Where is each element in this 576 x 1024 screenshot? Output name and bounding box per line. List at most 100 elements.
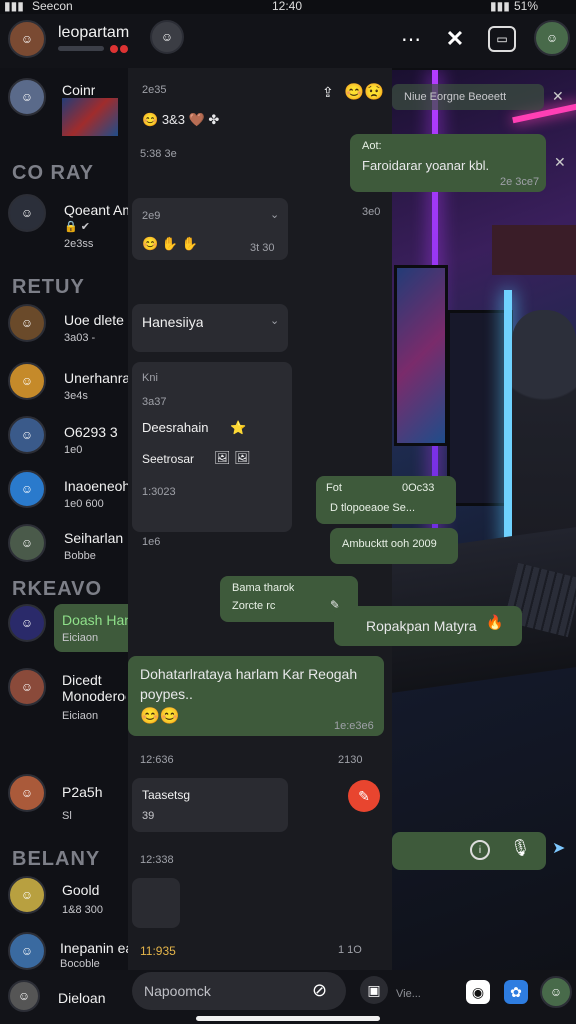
reaction-count: 3&3 — [161, 112, 185, 127]
emoji-row: 😊😊 — [140, 708, 180, 725]
emoji-icon[interactable]: 😊 — [344, 82, 364, 102]
wall-shelf — [492, 225, 576, 275]
message-label: Fot — [326, 482, 342, 494]
profile-avatar[interactable]: ☺ — [540, 976, 572, 1008]
contact-name[interactable]: Unerhanran — [64, 370, 138, 386]
input-placeholder: Napoomck — [144, 983, 211, 999]
chevron-down-icon[interactable]: ⌄ — [270, 208, 279, 221]
close-icon[interactable]: ✕ — [554, 154, 566, 171]
contact-preview: 3e4s — [64, 390, 88, 402]
contact-name[interactable]: Uoe dlete fi — [64, 312, 135, 328]
message-title: Bama tharok — [232, 582, 295, 594]
contact-name[interactable]: O6293 3 — [64, 424, 118, 440]
contact-avatar[interactable]: ☺ — [8, 604, 46, 642]
section-header: CO RAY — [12, 162, 94, 184]
notification-text: Niue Eorgne Beoeett — [404, 91, 507, 103]
contact-name[interactable]: Doash Han — [62, 612, 132, 628]
timestamp: 1e:e3e6 — [334, 720, 374, 732]
star-icon: ⭐ — [230, 420, 247, 435]
section-header: RETUY — [12, 276, 85, 298]
contact-avatar[interactable]: ☺ — [8, 774, 46, 812]
contact-preview: 1&8 300 — [62, 904, 103, 916]
timestamp: 5:38 3e — [140, 148, 177, 160]
contact-name[interactable]: Inaoeneoht — [64, 478, 134, 494]
battery-label: 51% — [514, 0, 539, 13]
clock: 12:40 — [272, 0, 303, 13]
contact-avatar[interactable]: ☺ — [8, 78, 46, 116]
section-header: RKEAVO — [12, 578, 103, 600]
contact-avatar[interactable]: ☺ — [8, 980, 40, 1012]
contact-preview: Bobbe — [64, 550, 96, 562]
contact-avatar[interactable]: ☺ — [8, 362, 46, 400]
contact-name[interactable]: Qoeant Am — [64, 202, 134, 218]
contact-name[interactable]: Seiharlan — [64, 530, 123, 546]
contact-avatar[interactable]: ☺ — [8, 524, 46, 562]
camera-icon[interactable]: ◉ — [466, 980, 490, 1004]
close-icon[interactable]: ✕ — [552, 88, 564, 105]
timestamp: 2e9 — [142, 210, 161, 222]
emoji-icon[interactable]: 😟 — [364, 82, 384, 102]
monitor-screen — [394, 265, 448, 446]
message-bubble[interactable] — [132, 878, 180, 928]
contact-avatar[interactable]: ☺ — [8, 194, 46, 232]
timestamp: 12:338 — [140, 854, 174, 866]
chat-avatar[interactable]: ☺ — [150, 20, 184, 54]
signal-icon: ▮▮▮ — [4, 0, 24, 13]
more-icon[interactable]: ⋯ — [398, 26, 424, 52]
message-bubble[interactable] — [132, 778, 288, 832]
message-text: Faroidarar yoanar kbl. — [362, 158, 490, 173]
contact-name[interactable]: P2a5h — [62, 784, 102, 800]
share-icon[interactable]: ⇪ — [322, 84, 334, 101]
message-label: Kni — [142, 372, 158, 384]
message-text: Ambucktt ooh 2009 — [342, 538, 437, 550]
progress-bar — [58, 46, 104, 51]
contact-name[interactable]: Dieloan — [58, 990, 105, 1006]
send-icon[interactable]: ➤ — [552, 838, 565, 858]
contact-name[interactable]: Dicedt Monoderoe — [62, 672, 126, 704]
chevron-down-icon[interactable]: ⌄ — [270, 314, 279, 327]
info-icon[interactable]: i — [470, 840, 490, 860]
contact-avatar[interactable]: ☺ — [8, 668, 46, 706]
contact-preview: Eiciaon — [62, 710, 99, 722]
emoji-row: 🔒 ✔ — [64, 221, 90, 233]
message-title: Hanesiiya — [142, 314, 204, 330]
sticker-icon[interactable]: ▣ — [360, 976, 388, 1004]
message-text: Zorcte rc — [232, 600, 276, 612]
contact-avatar[interactable]: ☺ — [8, 416, 46, 454]
edit-fab[interactable]: ✎ — [348, 780, 380, 812]
contact-name[interactable]: Goold — [62, 882, 99, 898]
timestamp: 1e6 — [142, 536, 161, 548]
contact-name[interactable]: Inepanin ea — [60, 940, 133, 956]
contact-preview: 1e0 600 — [64, 498, 104, 510]
attach-icon[interactable]: ⊘ — [312, 980, 327, 1001]
section-header: BELANY — [12, 848, 101, 870]
contact-name[interactable]: Coinr — [62, 82, 95, 98]
contact-preview: 3a03 - — [64, 332, 96, 344]
contact-preview: Eiciaon — [62, 632, 99, 644]
mic-icon[interactable]: 🎙 — [510, 838, 530, 858]
signal-bars-icon: ▮▮▮ — [490, 0, 510, 13]
message-line: Deesrahain — [142, 420, 209, 435]
gallery-icon[interactable]: ✿ — [504, 980, 528, 1004]
image-icon: 🖼 🖼 — [214, 450, 251, 465]
user-avatar[interactable]: ☺ — [8, 20, 46, 58]
message-line: Seetrosar — [142, 452, 195, 466]
contact-avatar[interactable]: ☺ — [8, 304, 46, 342]
contact-avatar[interactable]: ☺ — [8, 876, 46, 914]
contact-avatar[interactable]: ☺ — [8, 932, 46, 970]
message-bubble[interactable] — [132, 362, 292, 532]
fire-icon: 🔥 — [486, 614, 504, 630]
timestamp: 2e 3ce7 — [500, 176, 540, 188]
contact-avatar[interactable]: ☺ — [8, 470, 46, 508]
message-label: 0Oc33 — [402, 482, 435, 494]
home-indicator[interactable] — [196, 1016, 380, 1021]
status-dot — [120, 45, 128, 53]
window-icon[interactable]: ▭ — [488, 26, 516, 52]
neon-light-blue — [504, 290, 512, 550]
close-x-icon[interactable]: ✕ — [442, 26, 468, 52]
status-bar: ▮▮▮ Seecon 12:40 ▮▮▮ 51% — [0, 0, 576, 14]
profile-avatar[interactable]: ☺ — [534, 20, 570, 56]
header-title: leopartam — [58, 24, 130, 41]
status-dot — [110, 45, 118, 53]
carrier-label: Seecon — [32, 0, 73, 13]
